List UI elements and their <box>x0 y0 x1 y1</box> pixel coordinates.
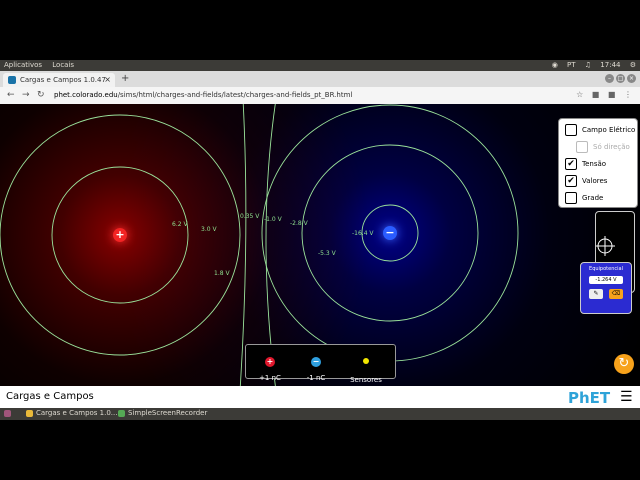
sensor-icon[interactable] <box>363 358 369 364</box>
positive-charge[interactable]: + <box>113 228 127 242</box>
checkbox-label: Grade <box>582 194 604 202</box>
minimize-icon[interactable]: – <box>605 74 614 83</box>
checkbox-box[interactable]: ✔ <box>565 175 577 187</box>
keyboard-layout-indicator[interactable]: PT <box>567 61 576 69</box>
taskbar-item-browser[interactable]: Cargas e Campos 1.0... <box>24 409 117 419</box>
charge-tray: + +1 nC − -1 nC Sensores <box>245 344 396 384</box>
voltage-label: -1.0 V <box>264 216 282 223</box>
address-bar: ← → ↻ phet.colorado.edu/sims/html/charge… <box>0 87 640 105</box>
hamburger-menu-icon[interactable]: ☰ <box>620 389 633 405</box>
charge-label: +1 nC <box>259 374 281 382</box>
equipotential-line <box>239 104 247 386</box>
close-tab-icon[interactable]: × <box>104 75 111 84</box>
reload-icon[interactable]: ↻ <box>37 90 45 100</box>
phet-navbar: Cargas e Campos PhET ☰ <box>0 386 640 408</box>
browser-menu-icon[interactable]: ⋮ <box>624 90 632 99</box>
browser-tab-bar: Cargas e Campos 1.0.47 × + – □ × <box>0 71 640 87</box>
phet-favicon-icon <box>8 76 16 84</box>
extension-icon[interactable]: ■ <box>608 90 616 99</box>
apps-menu[interactable]: Aplicativos <box>4 61 42 69</box>
checkbox-label: Valores <box>582 177 608 185</box>
reset-all-button[interactable]: ↻ <box>614 354 634 374</box>
checkbox-box[interactable]: ✔ <box>565 158 577 170</box>
visibility-control-panel: Campo Elétrico Só direção ✔ Tensão ✔ Val… <box>558 118 638 208</box>
system-top-bar: Aplicativos Locais ◉ PT ♫ 17:44 ⚙ <box>0 60 640 71</box>
equipotential-title: Equipotencial <box>589 266 623 272</box>
negative-charge-source[interactable]: − -1 nC <box>296 349 336 382</box>
bookmark-star-icon[interactable]: ☆ <box>576 90 583 99</box>
eraser-icon[interactable]: ⌫ <box>609 289 623 299</box>
forward-arrow-icon[interactable]: → <box>22 90 30 100</box>
taskbar-label: SimpleScreenRecorder <box>128 409 208 417</box>
tab-title: Cargas e Campos 1.0.47 <box>20 76 106 84</box>
crosshair-icon[interactable] <box>596 212 634 262</box>
simulation-canvas[interactable]: + − 6.2 V 3.0 V 1.8 V 0.35 V -1.0 V -2.8… <box>0 104 640 386</box>
places-menu[interactable]: Locais <box>52 61 74 69</box>
url-field[interactable]: phet.colorado.edu/sims/html/charges-and-… <box>54 91 352 99</box>
phet-logo[interactable]: PhET <box>568 389 610 407</box>
equipotential-tool[interactable]: Equipotencial -1.264 V ✎ ⌫ <box>580 262 632 314</box>
sim-title: Cargas e Campos <box>6 391 94 402</box>
taskbar-item-recorder[interactable]: SimpleScreenRecorder <box>116 409 207 419</box>
positive-charge-source[interactable]: + +1 nC <box>250 349 290 382</box>
voltage-label: -5.3 V <box>318 250 336 257</box>
checkbox-box[interactable] <box>576 141 588 153</box>
minus-charge-icon[interactable]: − <box>311 357 321 367</box>
window-controls: – □ × <box>603 74 636 83</box>
new-tab-button[interactable]: + <box>121 73 129 84</box>
checkbox-box[interactable] <box>565 192 577 204</box>
volume-icon[interactable]: ♫ <box>585 61 591 69</box>
negative-charge[interactable]: − <box>383 226 397 240</box>
voltage-label: -2.8 V <box>290 220 308 227</box>
extension-icon[interactable]: ■ <box>592 90 600 99</box>
voltage-label: 3.0 V <box>201 226 217 233</box>
url-path: /sims/html/charges-and-fields/latest/cha… <box>117 91 353 99</box>
clock[interactable]: 17:44 <box>600 61 620 69</box>
extension-icons: ☆ ■ ■ ⋮ <box>570 90 632 99</box>
checkbox-box[interactable] <box>565 124 577 136</box>
taskbar-label: Cargas e Campos 1.0... <box>36 409 118 417</box>
checkbox-label: Só direção <box>593 143 630 151</box>
chrome-icon <box>26 410 33 417</box>
url-host: phet.colorado.edu <box>54 91 118 99</box>
charge-label: -1 nC <box>306 374 326 382</box>
voltage-label: 0.35 V <box>240 213 260 220</box>
maximize-icon[interactable]: □ <box>616 74 625 83</box>
voltage-label: -16.4 V <box>352 230 374 237</box>
voltage-label: 6.2 V <box>172 221 188 228</box>
recorder-icon <box>118 410 125 417</box>
voltage-label: 1.8 V <box>214 270 230 277</box>
checkbox-label: Campo Elétrico <box>582 126 636 134</box>
browser-tab[interactable]: Cargas e Campos 1.0.47 × <box>3 73 115 87</box>
sensor-label: Sensores <box>350 376 382 384</box>
show-desktop-icon[interactable] <box>2 409 11 419</box>
settings-gear-icon[interactable]: ⚙ <box>630 61 636 69</box>
equipotential-value: -1.264 V <box>589 276 623 284</box>
os-taskbar: Cargas e Campos 1.0... SimpleScreenRecor… <box>0 408 640 420</box>
plus-charge-icon[interactable]: + <box>265 357 275 367</box>
sensors-source[interactable]: Sensores <box>346 349 386 384</box>
back-arrow-icon[interactable]: ← <box>7 90 15 100</box>
pencil-icon[interactable]: ✎ <box>589 289 603 299</box>
wifi-icon[interactable]: ◉ <box>552 61 558 69</box>
close-window-icon[interactable]: × <box>627 74 636 83</box>
checkbox-label: Tensão <box>582 160 607 168</box>
